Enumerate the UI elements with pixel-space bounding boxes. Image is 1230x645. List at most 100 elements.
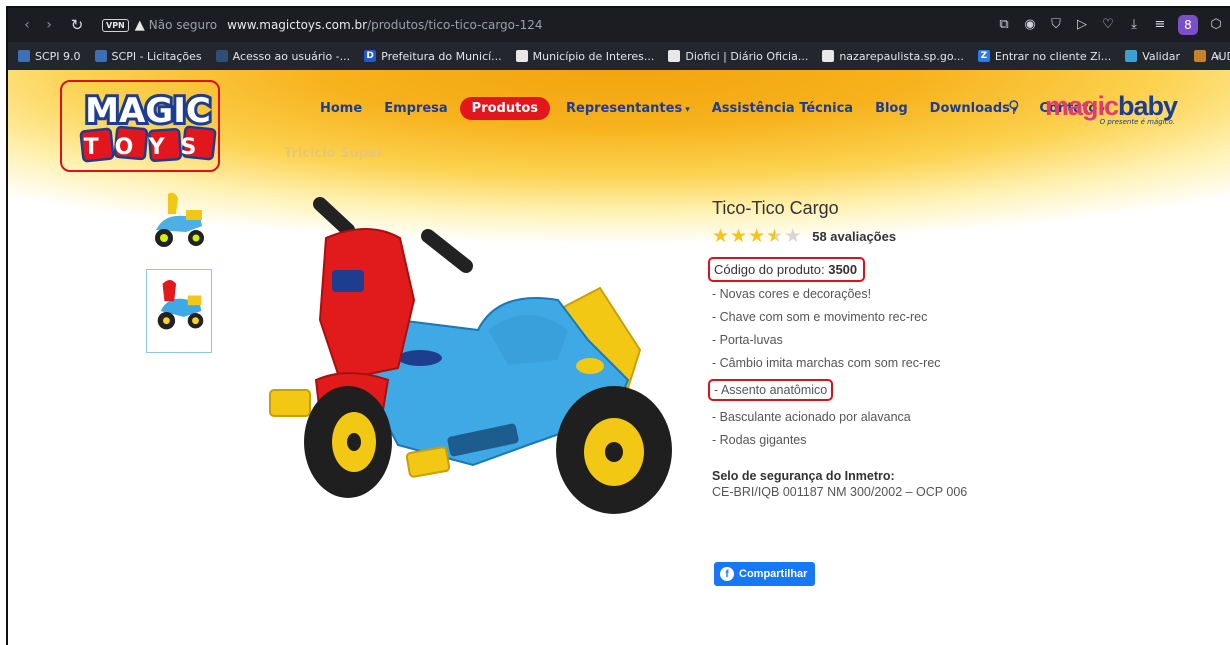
- magicbaby-name: magicbaby: [1045, 91, 1178, 121]
- bookmarks-overflow-icon[interactable]: »: [1215, 50, 1222, 63]
- feature-text: - Porta-luvas: [712, 333, 783, 347]
- camera-icon[interactable]: ◉: [1022, 17, 1038, 33]
- menu-icon[interactable]: ≡: [1152, 17, 1168, 33]
- bookmark-icon: [1193, 50, 1206, 62]
- bookmark-item[interactable]: Z Entrar no cliente Zi...: [977, 50, 1111, 63]
- menu-item-label: Assistência Técnica: [711, 101, 854, 116]
- bookmark-icon: [822, 50, 835, 62]
- download-icon[interactable]: ⤓: [1126, 17, 1142, 33]
- ghost-breadcrumb-text: Triciclo Super: [284, 146, 384, 161]
- chevron-down-icon: ▾: [685, 105, 690, 115]
- feature-item: - Câmbio imita marchas com som rec-rec: [712, 356, 1042, 370]
- menu-item-empresa[interactable]: Empresa: [384, 101, 447, 116]
- bookmark-item[interactable]: SCPI 9.0: [18, 50, 81, 63]
- browser-toolbar: ⧉ ◉ ⛉ ▷ ♡ ⤓ ≡ 8 ⬡: [996, 8, 1224, 42]
- feature-item: - Rodas gigantes: [712, 433, 1042, 447]
- bookmark-item[interactable]: D Prefeitura do Municí...: [364, 50, 502, 63]
- magicbaby-name-baby: baby: [1118, 91, 1178, 121]
- bookmark-icon: [18, 50, 30, 62]
- forward-icon[interactable]: ›: [38, 17, 60, 33]
- star-icon: ★: [748, 226, 767, 247]
- feature-text: - Rodas gigantes: [712, 433, 807, 447]
- menu-item-label: Empresa: [384, 101, 448, 116]
- star-icon: ★: [784, 226, 803, 247]
- product-code: Código do produto: 3500: [708, 257, 866, 282]
- magic-toys-logo[interactable]: MAGIC TOYS: [74, 86, 222, 164]
- bookmark-icon: Z: [977, 50, 990, 62]
- security-status[interactable]: Não seguro: [149, 18, 217, 32]
- code-highlight-box: [708, 257, 866, 282]
- thumbnail-1[interactable]: [146, 180, 212, 264]
- feature-text: - Novas cores e decorações!: [712, 287, 872, 301]
- heart-icon[interactable]: ♡: [1100, 17, 1116, 33]
- browser-window: ‹ › ↻ VPN ▲ Não seguro www.magictoys.com…: [6, 6, 1230, 645]
- bookmark-label: SCPI - Licitações: [111, 49, 202, 63]
- facebook-icon: f: [720, 567, 734, 581]
- reviews-count[interactable]: 58 avaliações: [812, 229, 896, 244]
- share-label: Compartilhar: [739, 568, 808, 580]
- bookmark-item[interactable]: SCPI - Licitações: [94, 49, 202, 63]
- extension-icon[interactable]: ⬡: [1208, 17, 1224, 33]
- menu-item-label: Representantes: [566, 101, 683, 116]
- bookmark-label: Prefeitura do Municí...: [381, 49, 502, 63]
- feature-text: - Chave com som e movimento rec-rec: [712, 310, 928, 324]
- menu-item-label: Blog: [875, 101, 908, 116]
- url-domain: www.magictoys.com.br: [227, 18, 368, 32]
- website: MAGIC TOYS Home Empresa Produtos Representa…: [8, 70, 1230, 645]
- search-icon[interactable]: ⚲: [1008, 97, 1020, 116]
- address-bar: ‹ › ↻ VPN ▲ Não seguro www.magictoys.com…: [8, 8, 1230, 42]
- menu-item-label: Home: [320, 101, 363, 116]
- feature-list: - Novas cores e decorações! - Chave com s…: [708, 287, 1042, 447]
- feature-item: - Basculante acionado por alavanca: [712, 410, 1042, 424]
- star-icon: ★: [730, 226, 749, 247]
- bookmark-icon: [515, 50, 528, 62]
- menu-item-label: Downloads: [929, 101, 1010, 116]
- bookmark-icon: [215, 50, 228, 62]
- bookmark-item[interactable]: Validar: [1125, 50, 1180, 63]
- feature-item: - Chave com som e movimento rec-rec: [712, 310, 1042, 324]
- feature-text: - Assento anatômico: [708, 379, 834, 401]
- feature-item: - Novas cores e decorações!: [712, 287, 1042, 301]
- warning-icon[interactable]: ▲: [135, 18, 145, 33]
- star-icon: ★: [712, 226, 731, 247]
- bookmark-item[interactable]: Município de Interes...: [515, 50, 654, 63]
- rating-stars[interactable]: ★★★★★: [712, 227, 802, 246]
- url-field[interactable]: www.magictoys.com.br/produtos/tico-tico-…: [227, 18, 542, 32]
- bookmark-icon: [668, 50, 681, 62]
- menu-item-blog[interactable]: Blog: [875, 101, 908, 116]
- product-info: Tico-Tico Cargo ★★★★★ 58 avaliações Códi…: [708, 198, 1042, 499]
- bookmark-label: Diofici | Diário Oficia...: [685, 49, 809, 63]
- menu-item-produtos[interactable]: Produtos: [459, 97, 550, 120]
- magicbaby-logo[interactable]: magicbaby O presente é mágico.: [1045, 91, 1178, 132]
- bookmark-item[interactable]: Diofici | Diário Oficia...: [668, 50, 808, 63]
- play-icon[interactable]: ▷: [1074, 17, 1090, 33]
- feature-item: - Porta-luvas: [712, 333, 1042, 347]
- bookmark-label: Acesso ao usuário -...: [232, 49, 351, 63]
- bookmark-label: Validar: [1142, 49, 1180, 63]
- feature-item: - Assento anatômico: [708, 379, 1042, 401]
- back-icon[interactable]: ‹: [16, 17, 38, 33]
- menu-item-downloads[interactable]: Downloads ▾: [930, 101, 1018, 116]
- thumbnail-2[interactable]: [146, 269, 212, 353]
- bookmarks-bar: SCPI 9.0 SCPI - Licitações Acesso ao usuár…: [8, 42, 1230, 70]
- bookmark-item[interactable]: Acesso ao usuário -...: [215, 49, 351, 63]
- screenshot-icon[interactable]: ⧉: [996, 17, 1012, 33]
- vpn-badge[interactable]: VPN: [102, 18, 129, 32]
- feature-text: - Câmbio imita marchas com som rec-rec: [712, 356, 941, 370]
- url-path: /produtos/tico-tico-cargo-124: [367, 18, 543, 32]
- menu-item-representantes[interactable]: Representantes ▾: [566, 101, 690, 116]
- shield-icon[interactable]: ⛉: [1048, 17, 1064, 33]
- feature-text: - Basculante acionado por alavanca: [712, 410, 911, 424]
- menu-item-assist-ncia-t-cnica[interactable]: Assistência Técnica: [712, 101, 853, 116]
- bookmark-icon: [1125, 50, 1138, 62]
- product-image[interactable]: [228, 180, 698, 540]
- share-button[interactable]: f Compartilhar: [714, 562, 816, 586]
- logo-text-bottom: TOYS: [84, 135, 213, 160]
- reload-icon[interactable]: ↻: [66, 16, 88, 34]
- bookmark-icon: D: [364, 50, 377, 62]
- bookmark-item[interactable]: nazarepaulista.sp.go...: [822, 50, 964, 63]
- menu-item-home[interactable]: Home: [320, 101, 362, 116]
- logo-text-top: MAGIC: [85, 91, 211, 131]
- profile-avatar[interactable]: 8: [1178, 15, 1198, 35]
- bookmark-item[interactable]: AUDESP | Tribunal d...: [1193, 50, 1230, 63]
